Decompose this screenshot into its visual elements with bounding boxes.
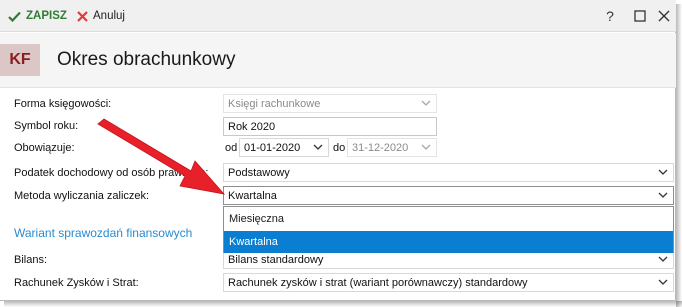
page-header: KF Okres obrachunkowy [0,33,676,88]
bilans-label: Bilans: [14,254,48,266]
close-x-icon [77,10,88,22]
chevron-down-icon [421,100,431,106]
chevron-down-icon [658,256,668,262]
chevron-down-icon [313,144,323,150]
symbol-value: Rok 2020 [228,120,276,133]
page-title: Okres obrachunkowy [57,49,236,70]
forma-select: Księgi rachunkowe [223,94,437,113]
chevron-down-icon [421,144,431,150]
chevron-down-icon [658,192,668,198]
dropdown-option-miesieczna[interactable]: Miesięczna [224,208,673,230]
rzis-select[interactable]: Rachunek zysków i strat (wariant porówna… [223,273,674,292]
save-button[interactable]: ZAPISZ [8,7,67,25]
forma-value: Księgi rachunkowe [228,97,321,110]
cancel-label: Anuluj [93,10,125,22]
podatek-value: Podstawowy [228,166,290,179]
forma-label: Forma księgowości: [14,98,112,110]
window-shadow-bottom [4,301,682,307]
do-label: do [333,142,346,154]
obowiazuje-label: Obowiązuje: [14,142,75,154]
podatek-select[interactable]: Podstawowy [223,163,674,182]
rzis-value: Rachunek zysków i strat (wariant porówna… [228,276,528,289]
do-value: 31-12-2020 [352,141,409,154]
toolbar: ZAPISZ Anuluj ? [0,0,676,32]
podatek-label: Podatek dochodowy od osób prawnych: [14,167,209,179]
dropdown-option-kwartalna[interactable]: Kwartalna [224,231,673,253]
cancel-button[interactable]: Anuluj [77,7,125,25]
chevron-down-icon [658,169,668,175]
symbol-label: Symbol roku: [14,120,79,132]
window-shadow-right [676,4,682,307]
od-date-input[interactable]: 01-01-2020 [239,138,329,157]
module-badge: KF [0,44,40,76]
bilans-value: Bilans standardowy [228,253,324,266]
od-value: 01-01-2020 [244,141,301,154]
help-icon[interactable]: ? [602,8,618,24]
dialog-window: ZAPISZ Anuluj ? KF Okres obrachunkowy Fo… [0,0,676,301]
do-date-input: 31-12-2020 [347,138,437,157]
metoda-dropdown-list: Miesięczna Kwartalna [223,206,674,253]
metoda-select[interactable]: Kwartalna [223,186,674,205]
od-label: od [225,142,238,154]
checkmark-icon [8,11,21,22]
maximize-icon[interactable] [632,8,648,24]
save-label: ZAPISZ [26,10,67,22]
section-title: Wariant sprawozdań finansowych [14,226,193,240]
symbol-input[interactable]: Rok 2020 [223,117,437,136]
close-icon[interactable] [656,8,672,24]
rzis-label: Rachunek Zysków i Strat: [14,277,139,289]
metoda-value: Kwartalna [228,189,277,202]
chevron-down-icon [658,279,668,285]
metoda-label: Metoda wyliczania zaliczek: [14,190,150,202]
